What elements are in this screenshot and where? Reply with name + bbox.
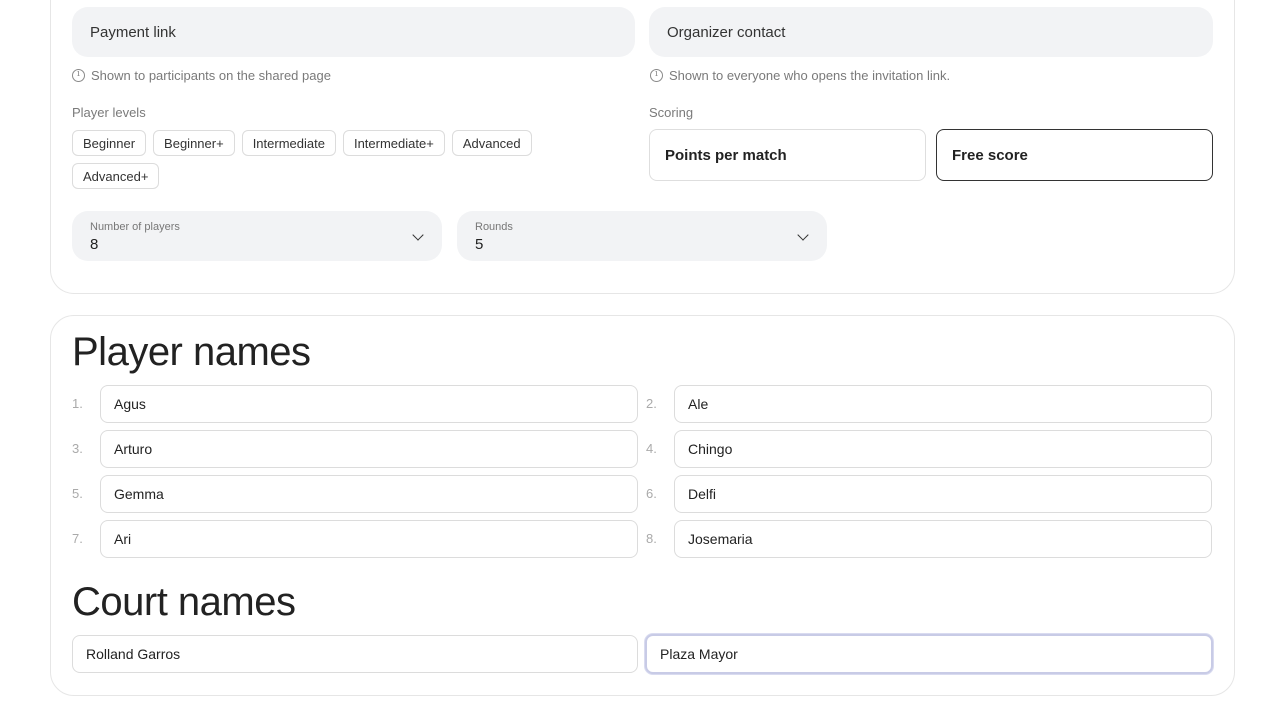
player-number: 4. <box>646 441 657 456</box>
court-name-input-1[interactable] <box>72 635 638 673</box>
player-levels-label: Player levels <box>72 105 146 120</box>
player-number: 7. <box>72 531 83 546</box>
organizer-contact-field[interactable]: Organizer contact <box>649 7 1213 57</box>
organizer-hint: Shown to everyone who opens the invitati… <box>650 68 950 83</box>
organizer-hint-text: Shown to everyone who opens the invitati… <box>669 68 951 83</box>
player-number: 3. <box>72 441 83 456</box>
player-name-input-5[interactable] <box>100 475 638 513</box>
number-of-players-select[interactable]: Number of players 8 <box>72 211 442 261</box>
info-icon <box>72 69 85 82</box>
rounds-label: Rounds <box>475 221 513 233</box>
chevron-down-icon <box>797 229 809 241</box>
player-name-input-7[interactable] <box>100 520 638 558</box>
level-chip-beginner-plus[interactable]: Beginner+ <box>153 130 235 156</box>
scoring-label: Scoring <box>649 105 694 120</box>
scoring-free-score-button[interactable]: Free score <box>936 129 1213 181</box>
player-number: 5. <box>72 486 83 501</box>
payment-link-field[interactable]: Payment link <box>72 7 635 57</box>
player-number: 2. <box>646 396 657 411</box>
rounds-select[interactable]: Rounds 5 <box>457 211 827 261</box>
court-name-input-2[interactable] <box>645 634 1213 674</box>
player-name-input-8[interactable] <box>674 520 1212 558</box>
player-name-input-1[interactable] <box>100 385 638 423</box>
player-number: 1. <box>72 396 83 411</box>
level-chip-intermediate-plus[interactable]: Intermediate+ <box>342 130 445 156</box>
court-names-heading: Court names <box>72 580 296 624</box>
payment-hint-text: Shown to participants on the shared page <box>91 68 331 83</box>
payment-link-placeholder: Payment link <box>90 23 176 41</box>
player-name-input-6[interactable] <box>674 475 1212 513</box>
player-name-input-4[interactable] <box>674 430 1212 468</box>
scoring-points-per-match-button[interactable]: Points per match <box>649 129 926 181</box>
info-icon <box>650 69 663 82</box>
player-number: 8. <box>646 531 657 546</box>
level-chip-advanced[interactable]: Advanced <box>451 130 532 156</box>
level-chip-intermediate[interactable]: Intermediate <box>241 130 336 156</box>
chevron-down-icon <box>412 229 424 241</box>
player-names-heading: Player names <box>72 330 311 374</box>
rounds-value: 5 <box>475 236 484 253</box>
payment-hint: Shown to participants on the shared page <box>72 68 331 83</box>
level-chip-advanced-plus[interactable]: Advanced+ <box>72 163 160 189</box>
player-name-input-3[interactable] <box>100 430 638 468</box>
player-number: 6. <box>646 486 657 501</box>
level-chip-beginner[interactable]: Beginner <box>72 130 147 156</box>
number-of-players-label: Number of players <box>90 221 180 233</box>
organizer-contact-placeholder: Organizer contact <box>667 23 786 41</box>
player-name-input-2[interactable] <box>674 385 1212 423</box>
number-of-players-value: 8 <box>90 236 99 253</box>
player-levels-chips: Beginner Beginner+ Intermediate Intermed… <box>72 130 592 189</box>
